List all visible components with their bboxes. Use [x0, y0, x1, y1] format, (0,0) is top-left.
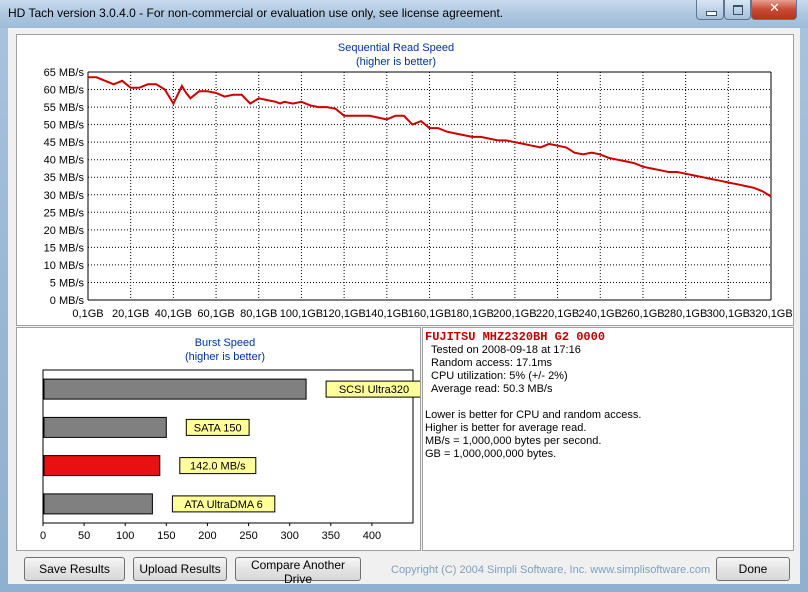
y-tick-label: 40 MB/s	[44, 155, 85, 167]
y-tick-label: 30 MB/s	[44, 190, 85, 202]
upload-results-button[interactable]: Upload Results	[133, 557, 227, 581]
random-access: Random access: 17.1ms	[431, 357, 553, 369]
sequential-chart-panel: Sequential Read Speed (higher is better)…	[16, 34, 794, 326]
burst-x-tick-label: 400	[363, 530, 381, 542]
chart-title: Sequential Read Speed	[338, 42, 454, 54]
burst-title: Burst Speed	[195, 337, 256, 349]
save-results-button[interactable]: Save Results	[24, 557, 125, 581]
window-title: HD Tach version 3.0.4.0 - For non-commer…	[8, 6, 504, 20]
compare-drive-button[interactable]: Compare Another Drive	[235, 557, 361, 586]
x-tick-label: 100,1GB	[280, 308, 323, 320]
x-tick-label: 300,1GB	[707, 308, 750, 320]
copyright-text: Copyright (C) 2004 Simpli Software, Inc.…	[391, 564, 711, 576]
y-tick-label: 35 MB/s	[44, 172, 85, 184]
x-tick-label: 320,1GB	[749, 308, 792, 320]
burst-bar	[43, 416, 167, 438]
burst-x-tick-label: 250	[239, 530, 257, 542]
minimize-icon	[706, 11, 717, 16]
burst-x-tick-label: 200	[198, 530, 216, 542]
x-tick-label: 160,1GB	[408, 308, 451, 320]
y-tick-label: 50 MB/s	[44, 120, 85, 132]
y-tick-label: 0 MB/s	[50, 295, 85, 307]
burst-bar-label: SCSI Ultra320	[339, 384, 409, 396]
y-axis-ticks: 65 MB/s 60 MB/s 55 MB/s 50 MB/s 45 MB/s 40 MB…	[44, 67, 85, 307]
y-tick-label: 60 MB/s	[44, 85, 85, 97]
sequential-read-chart: Sequential Read Speed (higher is better)…	[44, 42, 793, 320]
cpu-utilization: CPU utilization: 5% (+/- 2%)	[431, 370, 568, 382]
client-area: Sequential Read Speed (higher is better)…	[8, 28, 800, 586]
x-tick-label: 180,1GB	[450, 308, 493, 320]
burst-x-tick-label: 50	[78, 530, 90, 542]
burst-x-tick-label: 150	[157, 530, 175, 542]
x-tick-label: 60,1GB	[197, 308, 234, 320]
x-tick-label: 260,1GB	[621, 308, 664, 320]
x-tick-label: 200,1GB	[493, 308, 536, 320]
burst-bar	[43, 378, 307, 400]
x-tick-label: 80,1GB	[240, 308, 277, 320]
x-axis-ticks: 0,1GB 20,1GB 40,1GB 60,1GB 80,1GB 100,1GB 120,…	[72, 308, 792, 320]
burst-bar-label: SATA 150	[194, 422, 242, 434]
note-line: MB/s = 1,000,000 bytes per second.	[425, 435, 602, 447]
burst-x-ticks: 0 50 100 150 200 250 300 350 400	[40, 523, 381, 542]
x-tick-label: 0,1GB	[72, 308, 103, 320]
close-icon: ✕	[769, 1, 780, 16]
chart-subtitle: (higher is better)	[356, 56, 436, 68]
burst-x-tick-label: 300	[280, 530, 298, 542]
drive-info-panel: FUJITSU MHZ2320BH G2 0000 Tested on 2008…	[422, 327, 794, 551]
y-tick-label: 15 MB/s	[44, 242, 85, 254]
chart-grid	[87, 71, 772, 301]
x-tick-label: 240,1GB	[579, 308, 622, 320]
y-tick-label: 10 MB/s	[44, 260, 85, 272]
burst-bar-label: 142.0 MB/s	[190, 461, 246, 473]
burst-x-tick-label: 350	[322, 530, 340, 542]
done-button[interactable]: Done	[716, 557, 790, 581]
title-bar: HD Tach version 3.0.4.0 - For non-commer…	[0, 0, 808, 28]
y-tick-label: 25 MB/s	[44, 207, 85, 219]
burst-speed-chart: Burst Speed (higher is better) SCSI Ultr…	[40, 337, 423, 542]
burst-bar-label: ATA UltraDMA 6	[184, 499, 262, 511]
y-tick-label: 65 MB/s	[44, 67, 85, 79]
maximize-button[interactable]	[724, 0, 751, 20]
x-tick-label: 40,1GB	[155, 308, 192, 320]
app-window: HD Tach version 3.0.4.0 - For non-commer…	[0, 0, 808, 592]
close-button[interactable]: ✕	[751, 0, 797, 20]
burst-chart-panel: Burst Speed (higher is better) SCSI Ultr…	[16, 327, 423, 551]
minimize-button[interactable]	[696, 0, 724, 20]
burst-x-tick-label: 0	[40, 530, 46, 542]
read-speed-line	[88, 76, 772, 198]
burst-x-tick-label: 100	[116, 530, 134, 542]
y-tick-label: 20 MB/s	[44, 225, 85, 237]
y-tick-label: 55 MB/s	[44, 102, 85, 114]
y-tick-label: 5 MB/s	[50, 277, 85, 289]
burst-subtitle: (higher is better)	[185, 351, 265, 363]
burst-bar	[43, 455, 161, 477]
x-tick-label: 20,1GB	[112, 308, 149, 320]
burst-bar	[43, 493, 153, 515]
x-tick-label: 140,1GB	[365, 308, 408, 320]
note-line: Higher is better for average read.	[425, 422, 587, 434]
maximize-icon	[733, 5, 743, 15]
x-tick-label: 120,1GB	[322, 308, 365, 320]
average-read: Average read: 50.3 MB/s	[431, 383, 553, 395]
x-tick-label: 280,1GB	[664, 308, 707, 320]
note-line: Lower is better for CPU and random acces…	[425, 409, 642, 421]
tested-date: Tested on 2008-09-18 at 17:16	[431, 344, 581, 356]
note-line: GB = 1,000,000,000 bytes.	[425, 448, 557, 460]
y-tick-label: 45 MB/s	[44, 137, 85, 149]
drive-model: FUJITSU MHZ2320BH G2 0000	[425, 330, 606, 344]
x-tick-label: 220,1GB	[536, 308, 579, 320]
